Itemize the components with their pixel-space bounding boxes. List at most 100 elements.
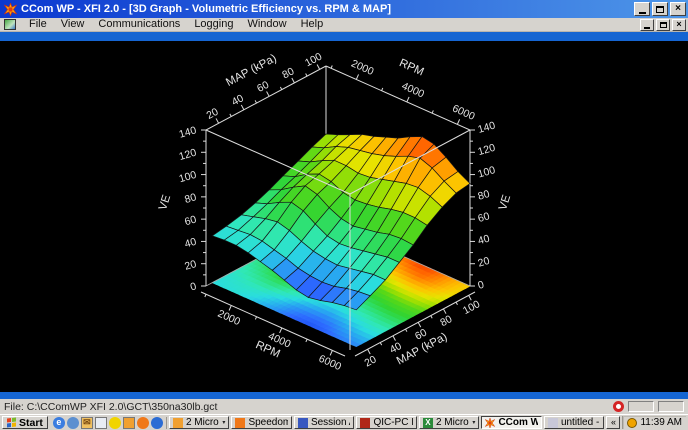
window-title: CCom WP - XFI 2.0 - [3D Graph - Volumetr… [21, 3, 630, 15]
svg-text:140: 140 [178, 124, 198, 140]
svg-text:100: 100 [303, 50, 324, 69]
svg-text:40: 40 [230, 92, 246, 108]
app-icon [3, 2, 17, 16]
restore-icon [656, 6, 664, 13]
media-player-icon[interactable] [151, 417, 163, 429]
svg-text:0: 0 [477, 279, 486, 292]
quick-launch: e✉ [50, 417, 167, 429]
status-panel-1 [628, 401, 654, 412]
ie-icon[interactable]: e [53, 417, 65, 429]
firefox-icon [235, 418, 245, 428]
menu-item-view[interactable]: View [54, 18, 92, 31]
title-bar[interactable]: CCom WP - XFI 2.0 - [3D Graph - Volumetr… [0, 0, 688, 18]
task-button-ccom-wp[interactable]: CCom WP ... [481, 416, 542, 429]
taskbar-overflow-chevron[interactable]: « [606, 416, 620, 429]
svg-text:120: 120 [477, 142, 497, 158]
windows-logo-icon [7, 418, 16, 428]
dropdown-arrow-icon[interactable]: ▾ [222, 419, 225, 426]
svg-text:60: 60 [255, 79, 271, 95]
record-indicator-icon [613, 401, 624, 412]
task-button-label: CCom WP ... [498, 417, 538, 428]
svg-text:20: 20 [183, 258, 198, 273]
status-file-path: File: C:\CComWP XFI 2.0\GCT\350na30lb.gc… [4, 401, 217, 413]
task-button-untitled-paint[interactable]: untitled - Paint [544, 416, 605, 429]
restore-button[interactable] [652, 2, 668, 16]
task-button-label: 2 Microsof... [436, 417, 469, 428]
ccom-icon [485, 418, 495, 428]
clock-icon [627, 418, 637, 428]
svg-text:VE: VE [497, 193, 513, 212]
svg-text:MAP (kPa): MAP (kPa) [224, 52, 279, 89]
task-button-label: Session A - [... [311, 417, 351, 428]
dropdown-arrow-icon[interactable]: ▾ [472, 419, 475, 426]
child-close-button[interactable]: × [672, 19, 686, 31]
svg-text:100: 100 [461, 298, 482, 317]
svg-text:RPM: RPM [397, 57, 425, 78]
svg-text:100: 100 [178, 169, 198, 185]
svg-text:80: 80 [438, 313, 454, 329]
svg-text:120: 120 [178, 147, 198, 163]
svg-text:80: 80 [183, 191, 198, 206]
close-icon: × [675, 4, 681, 14]
office-icon [173, 418, 183, 428]
menu-item-logging[interactable]: Logging [187, 18, 240, 31]
menu-items: FileViewCommunicationsLoggingWindowHelp [22, 18, 330, 31]
menu-item-communications[interactable]: Communications [91, 18, 187, 31]
task-button-2-microsof[interactable]: X2 Microsof...▾ [419, 416, 480, 429]
svg-text:140: 140 [477, 119, 497, 135]
ve-surface-chart: 020406080100120140VE020406080100120140VE… [0, 41, 688, 392]
svg-text:20: 20 [362, 353, 378, 369]
task-button-qic-pc-ii-fo[interactable]: QIC-PC II fo... [356, 416, 417, 429]
svg-text:0: 0 [189, 280, 198, 293]
svg-text:4000: 4000 [400, 80, 426, 101]
menu-item-file[interactable]: File [22, 18, 54, 31]
qic-icon [360, 418, 370, 428]
firefox-icon[interactable] [137, 417, 149, 429]
restore-icon [660, 22, 667, 28]
svg-text:20: 20 [477, 255, 492, 270]
svg-text:80: 80 [477, 188, 492, 203]
close-icon: × [676, 20, 681, 29]
minimize-button[interactable] [634, 2, 650, 16]
child-window-controls: × [640, 19, 686, 31]
start-label: Start [19, 417, 43, 429]
td-icon[interactable] [109, 417, 121, 429]
windows-flag-pane [12, 423, 16, 427]
status-bar-right [613, 401, 684, 412]
menu-item-window[interactable]: Window [240, 18, 293, 31]
svg-text:40: 40 [183, 236, 198, 251]
svg-text:60: 60 [183, 213, 198, 228]
mail-icon[interactable]: ✉ [81, 417, 93, 429]
taskbar: Start e✉ 2 Microsof...▾Speedomet...Sessi… [0, 414, 688, 430]
svg-text:2000: 2000 [216, 308, 242, 329]
task-button-session-a[interactable]: Session A - [... [294, 416, 355, 429]
svg-text:6000: 6000 [450, 102, 476, 123]
close-button[interactable]: × [670, 2, 686, 16]
child-minimize-button[interactable] [640, 19, 654, 31]
task-button-2-microsof[interactable]: 2 Microsof...▾ [169, 416, 230, 429]
toolbar-strip-top [0, 32, 688, 41]
svg-text:40: 40 [477, 233, 492, 248]
globe-icon[interactable] [67, 417, 79, 429]
paint-icon [548, 418, 558, 428]
plot-area: 020406080100120140VE020406080100120140VE… [0, 41, 688, 392]
task-button-label: Speedomet... [248, 417, 288, 428]
start-button[interactable]: Start [2, 416, 48, 429]
desktop-icon[interactable] [95, 417, 107, 429]
menu-item-help[interactable]: Help [294, 18, 331, 31]
child-window-icon[interactable] [4, 19, 16, 30]
svg-text:60: 60 [477, 210, 492, 225]
task-button-speedomet[interactable]: Speedomet... [231, 416, 292, 429]
task-button-label: QIC-PC II fo... [373, 417, 413, 428]
minimize-icon [644, 27, 650, 29]
svg-text:100: 100 [477, 164, 497, 180]
excel-icon: X [423, 418, 433, 428]
task-button-label: 2 Microsof... [186, 417, 219, 428]
notes-icon[interactable] [123, 417, 135, 429]
status-bar: File: C:\CComWP XFI 2.0\GCT\350na30lb.gc… [0, 399, 688, 414]
svg-text:80: 80 [280, 65, 296, 81]
system-tray: 11:39 AM [622, 416, 686, 429]
svg-text:20: 20 [205, 106, 221, 122]
svg-text:2000: 2000 [349, 58, 375, 79]
child-restore-button[interactable] [656, 19, 670, 31]
